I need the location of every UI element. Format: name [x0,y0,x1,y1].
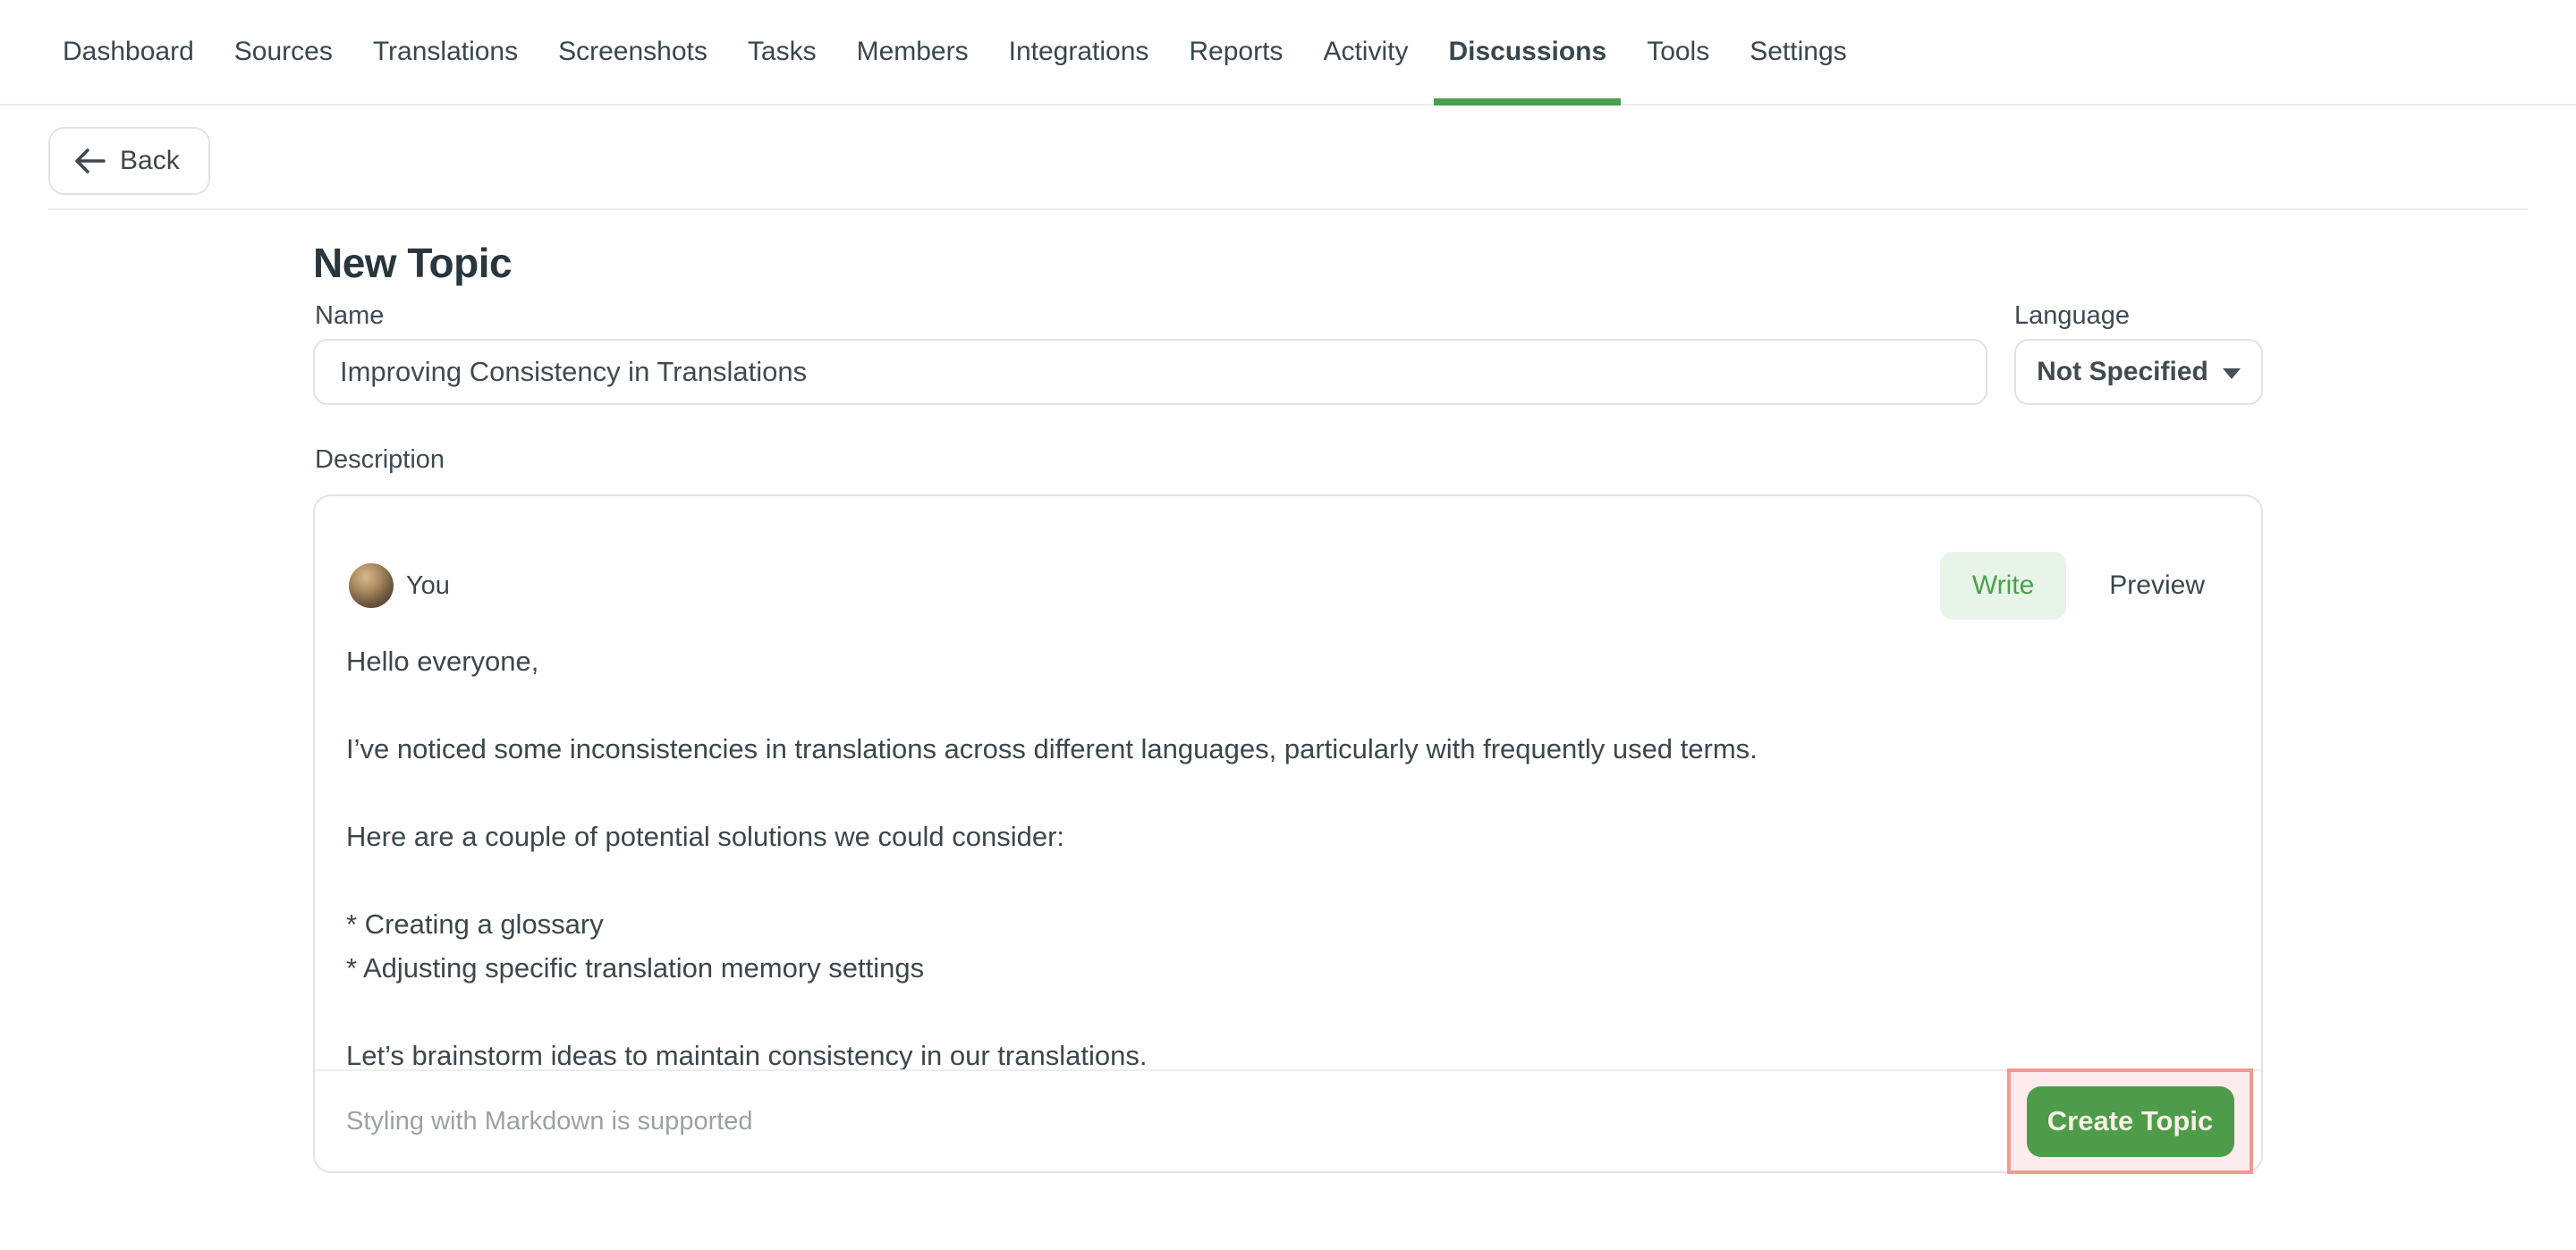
description-label: Description [315,445,445,475]
tab-discussions[interactable]: Discussions [1448,0,1606,104]
tab-settings[interactable]: Settings [1750,0,1846,104]
project-tab-bar: Dashboard Sources Translations Screensho… [0,0,2576,106]
tab-members[interactable]: Members [857,0,969,104]
tab-reports[interactable]: Reports [1189,0,1283,104]
language-dropdown-value: Not Specified [2037,357,2208,387]
tab-translations[interactable]: Translations [373,0,518,104]
topic-name-input[interactable] [313,339,1987,405]
tab-sources[interactable]: Sources [234,0,333,104]
page-title: New Topic [313,239,512,287]
tab-dashboard[interactable]: Dashboard [63,0,194,104]
tab-write[interactable]: Write [1940,552,2066,620]
language-label: Language [2014,301,2130,331]
language-dropdown[interactable]: Not Specified [2014,339,2263,405]
tab-integrations[interactable]: Integrations [1009,0,1149,104]
author-name: You [406,571,450,601]
avatar [349,563,394,608]
header-divider [48,208,2528,210]
name-label: Name [315,301,384,331]
new-topic-page: Dashboard Sources Translations Screensho… [0,0,2576,1250]
editor-header: You Write Preview [315,496,2261,639]
arrow-left-icon [73,148,106,174]
back-button[interactable]: Back [48,127,210,195]
tab-tasks[interactable]: Tasks [748,0,817,104]
tab-preview[interactable]: Preview [2109,570,2205,601]
annotation-highlight-box: Create Topic [2007,1068,2253,1174]
markdown-hint: Styling with Markdown is supported [346,1107,753,1136]
create-topic-button[interactable]: Create Topic [2027,1086,2234,1157]
chevron-down-icon [2223,368,2241,379]
editor-footer: Styling with Markdown is supported [315,1069,2261,1171]
tab-tools[interactable]: Tools [1647,0,1709,104]
description-editor-card: You Write Preview Hello everyone, I’ve n… [313,494,2263,1173]
tab-activity[interactable]: Activity [1323,0,1408,104]
back-button-label: Back [120,146,180,176]
tab-screenshots[interactable]: Screenshots [558,0,708,104]
description-textarea[interactable]: Hello everyone, I’ve noticed some incons… [346,639,2230,1077]
